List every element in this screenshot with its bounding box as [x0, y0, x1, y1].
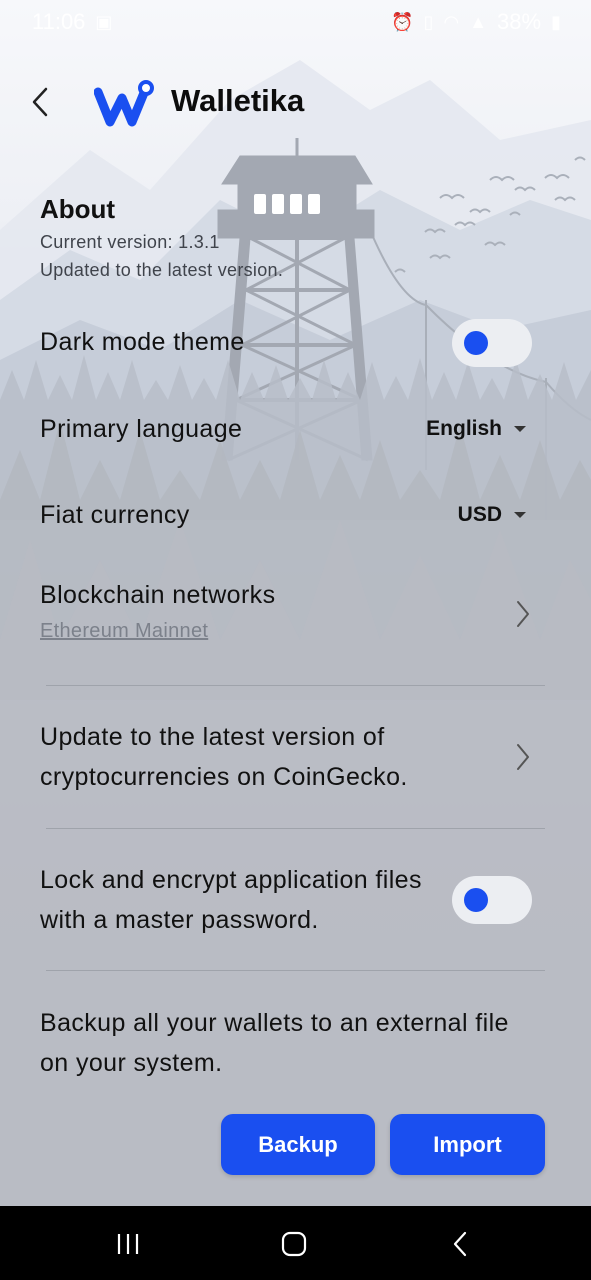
divider: [46, 828, 545, 829]
toggle-knob: [464, 331, 488, 355]
status-left: 11:06 ▣: [32, 9, 112, 35]
divider: [46, 970, 545, 971]
system-back-button[interactable]: [440, 1224, 480, 1264]
language-select[interactable]: English: [426, 417, 526, 441]
divider: [46, 685, 545, 686]
dropdown-caret-icon: [514, 426, 526, 432]
status-right: ⏰ ▯ ◠ ▲ 38% ▮: [391, 9, 561, 35]
home-icon: [281, 1231, 307, 1257]
backup-button[interactable]: Backup: [221, 1114, 375, 1175]
lock-encrypt-label: Lock and encrypt application files with …: [40, 866, 422, 934]
walletika-logo-icon: [93, 78, 156, 128]
chevron-right-icon[interactable]: [508, 594, 538, 634]
chevron-right-icon[interactable]: [508, 737, 538, 777]
recent-apps-icon: [117, 1234, 139, 1254]
about-title: About: [40, 194, 116, 224]
status-time: 11:06: [32, 9, 86, 34]
signal-icon: ▲: [469, 11, 488, 32]
import-button[interactable]: Import: [390, 1114, 545, 1175]
lock-encrypt-toggle[interactable]: [452, 876, 532, 924]
blockchain-network-link[interactable]: Ethereum Mainnet: [40, 620, 208, 643]
gallery-icon: ▣: [95, 11, 113, 32]
battery-percentage: 38%: [497, 9, 542, 34]
dark-mode-label: Dark mode theme: [40, 328, 245, 356]
recent-apps-button[interactable]: [108, 1224, 148, 1264]
app-header: Walletika: [0, 70, 591, 134]
current-version-text: Current version: 1.3.1: [40, 232, 220, 252]
system-nav-bar: [0, 1206, 591, 1280]
alarm-icon: ⏰: [391, 11, 414, 32]
fiat-currency-label: Fiat currency: [40, 501, 190, 529]
fiat-currency-select[interactable]: USD: [458, 503, 526, 527]
update-coingecko-text[interactable]: Update to the latest version of cryptocu…: [40, 717, 480, 797]
dropdown-caret-icon: [514, 512, 526, 518]
fiat-value: USD: [457, 503, 502, 526]
back-icon: [453, 1231, 467, 1257]
language-value: English: [426, 417, 502, 440]
app-title: Walletika: [171, 83, 305, 118]
dark-mode-toggle[interactable]: [452, 319, 532, 367]
backup-description: Backup all your wallets to an external f…: [40, 1009, 509, 1077]
toggle-knob: [464, 888, 488, 912]
blockchain-networks-label: Blockchain networks: [40, 581, 276, 609]
primary-language-label: Primary language: [40, 415, 243, 443]
wifi-icon: ◠: [443, 11, 460, 32]
vibrate-icon: ▯: [423, 11, 434, 32]
battery-icon: ▮: [551, 11, 561, 32]
back-button[interactable]: [22, 84, 58, 120]
home-button[interactable]: [274, 1224, 314, 1264]
update-status-text: Updated to the latest version.: [40, 260, 284, 280]
status-bar: 11:06 ▣ ⏰ ▯ ◠ ▲ 38% ▮: [0, 0, 591, 44]
back-arrow-icon: [32, 87, 48, 117]
